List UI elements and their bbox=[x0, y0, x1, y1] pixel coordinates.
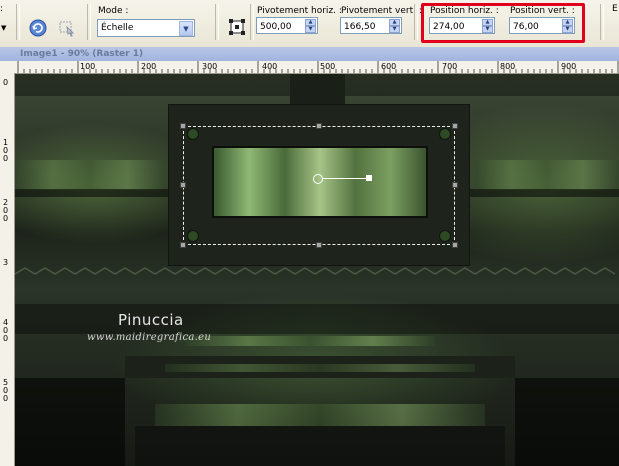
rotation-handle[interactable] bbox=[366, 175, 372, 181]
deform-handle-bottom-right[interactable] bbox=[452, 242, 458, 248]
deform-handle-left[interactable] bbox=[180, 182, 186, 188]
ruler-h-label: 600 bbox=[381, 62, 397, 71]
toolbar-separator bbox=[250, 4, 254, 40]
vertical-ruler: 0 1 0 0 2 0 0 3 4 0 0 5 0 0 bbox=[0, 73, 15, 466]
ruler-h-label: 100 bbox=[80, 62, 96, 71]
spin-down-icon[interactable]: ▼ bbox=[305, 26, 316, 33]
pivot-vert-input[interactable] bbox=[341, 18, 386, 34]
spin-up-icon[interactable]: ▲ bbox=[389, 19, 400, 26]
deform-handle-bottom[interactable] bbox=[316, 242, 322, 248]
ruler-h-label: 800 bbox=[500, 62, 516, 71]
ruler-h-label: 200 bbox=[141, 62, 157, 71]
pick-tool-icon bbox=[59, 21, 75, 37]
pivot-horiz-spinner[interactable]: ▲ ▼ bbox=[305, 19, 316, 33]
canvas-glow-left bbox=[15, 160, 165, 190]
image-canvas[interactable]: Pinuccia www.maidiregrafica.eu bbox=[15, 74, 619, 466]
watermark-url: www.maidiregrafica.eu bbox=[87, 332, 212, 343]
ruler-v-label: 1 0 0 bbox=[3, 138, 9, 163]
ruler-v-label: 5 0 0 bbox=[3, 378, 9, 403]
pivot-vert-label: Pivotement vert. : bbox=[341, 6, 422, 16]
canvas-top-pillar bbox=[290, 74, 345, 104]
toolbar-edge-label: E bbox=[612, 4, 618, 14]
canvas-bottom-glow bbox=[155, 404, 485, 426]
deform-handle-bottom-left[interactable] bbox=[180, 242, 186, 248]
chevron-down-icon[interactable]: ▼ bbox=[179, 21, 193, 36]
ruler-v-label: 0 bbox=[3, 78, 9, 87]
ruler-v-label: 4 0 0 bbox=[3, 318, 9, 343]
deform-handle-top[interactable] bbox=[316, 123, 322, 129]
ruler-h-label: 500 bbox=[320, 62, 336, 71]
canvas-corner-left bbox=[15, 378, 125, 466]
toolbar-separator bbox=[414, 4, 418, 40]
toolbar-edge-label: : bbox=[0, 4, 4, 14]
deform-bounding-box[interactable] bbox=[183, 126, 455, 245]
reset-icon bbox=[29, 19, 47, 37]
toolbar-separator bbox=[215, 4, 219, 40]
mode-select-value: Échelle bbox=[101, 23, 134, 33]
toolbar-separator bbox=[600, 4, 604, 40]
reset-button[interactable] bbox=[27, 17, 49, 39]
ruler-h-label: 700 bbox=[442, 62, 458, 71]
spin-up-icon[interactable]: ▲ bbox=[305, 19, 316, 26]
pivot-vert-field[interactable]: ▲▼ bbox=[340, 17, 402, 34]
pick-tool-button[interactable] bbox=[56, 17, 78, 39]
canvas-corner-right bbox=[515, 378, 619, 466]
scale-mode-icon bbox=[229, 19, 245, 35]
ruler-h-label: 300 bbox=[202, 62, 218, 71]
watermark-name: Pinuccia bbox=[118, 311, 184, 329]
ruler-h-label: 900 bbox=[561, 62, 577, 71]
canvas-glow-right bbox=[475, 160, 619, 190]
mode-label: Mode : bbox=[98, 6, 129, 16]
toolbar-separator bbox=[16, 4, 20, 40]
pivot-horiz-label: Pivotement horiz. : bbox=[257, 6, 342, 16]
deform-handle-right[interactable] bbox=[452, 182, 458, 188]
spin-down-icon[interactable]: ▼ bbox=[389, 26, 400, 33]
canvas-step-glow bbox=[165, 364, 475, 372]
tool-options-bar: : ▼ Mode : Échelle ▼ Pivotement horiz.:… bbox=[0, 0, 619, 48]
toolbar-separator bbox=[87, 4, 91, 40]
canvas-band bbox=[15, 304, 619, 334]
rotation-arm bbox=[323, 178, 371, 179]
ruler-v-label: 2 0 0 bbox=[3, 198, 9, 223]
canvas-bottom-band bbox=[135, 426, 505, 466]
toolbar-edge-arrow[interactable]: ▼ bbox=[1, 24, 6, 32]
pivot-vert-spinner[interactable]: ▲ ▼ bbox=[389, 19, 400, 33]
position-highlight-box bbox=[421, 3, 585, 43]
pivot-horiz-field[interactable]: ▲▼ bbox=[256, 17, 318, 34]
deform-handle-top-left[interactable] bbox=[180, 123, 186, 129]
image-window-title: Image1 - 90% (Raster 1) bbox=[20, 49, 144, 59]
horizontal-ruler: 100 200 300 400 500 600 700 800 900 bbox=[0, 61, 619, 74]
rotation-pivot[interactable] bbox=[313, 174, 323, 184]
scale-mode-button[interactable] bbox=[226, 16, 248, 38]
ruler-h-label: 400 bbox=[262, 62, 278, 71]
deform-handle-top-right[interactable] bbox=[452, 123, 458, 129]
mode-select[interactable]: Échelle ▼ bbox=[97, 19, 195, 37]
pivot-horiz-input[interactable] bbox=[257, 18, 302, 34]
canvas-floor-glow bbox=[185, 336, 435, 346]
ruler-v-label: 3 bbox=[3, 258, 9, 267]
